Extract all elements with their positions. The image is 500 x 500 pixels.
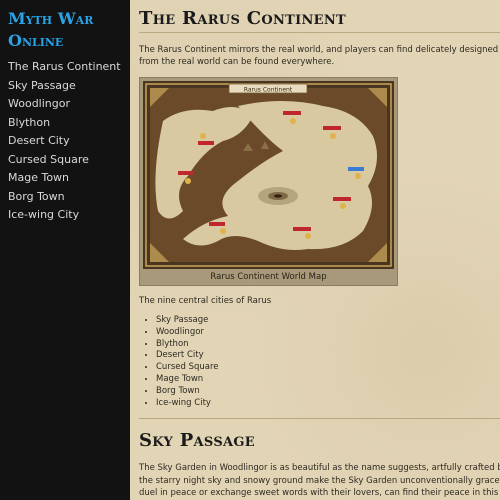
list-item-desert-city: Desert City: [156, 350, 219, 362]
map-caption: Rarus Continent World Map: [210, 272, 327, 282]
sky-line3: duel in peace or exchange sweet words wi…: [139, 488, 500, 498]
nav-ice-wing-city[interactable]: Ice-wing City: [8, 206, 130, 225]
site-title-line1: Myth War: [8, 9, 94, 28]
world-map-figure: Rarus Continent Rarus Continent World Ma…: [139, 77, 398, 286]
intro-line2: from the real world can be found everywh…: [139, 57, 335, 67]
main-content: The Rarus Continent The Rarus Continent …: [130, 0, 500, 500]
city-list: Sky Passage Woodlingor Blython Desert Ci…: [139, 315, 219, 409]
site-title[interactable]: Myth War Online: [8, 8, 130, 52]
section-title-sky-passage: Sky Passage: [139, 430, 256, 451]
site-title-line2: Online: [8, 31, 64, 50]
world-map-image[interactable]: Rarus Continent: [143, 81, 394, 269]
list-item-ice-wing-city: Ice-wing City: [156, 398, 219, 410]
intro-paragraph: The Rarus Continent mirrors the real wor…: [139, 44, 500, 68]
sky-line1: The Sky Garden in Woodlingor is as beaut…: [139, 463, 500, 473]
page-title: The Rarus Continent: [139, 8, 347, 29]
intro-line1: The Rarus Continent mirrors the real wor…: [139, 45, 500, 55]
list-item-woodlingor: Woodlingor: [156, 327, 219, 339]
nav-cursed-square[interactable]: Cursed Square: [8, 151, 130, 170]
nav-borg-town[interactable]: Borg Town: [8, 188, 130, 207]
list-item-borg-town: Borg Town: [156, 386, 219, 398]
sky-line2: the starry night sky and snowy ground ma…: [139, 475, 500, 486]
sidebar-nav: The Rarus Continent Sky Passage Woodling…: [8, 58, 130, 225]
list-item-blython: Blython: [156, 339, 219, 351]
nav-mage-town[interactable]: Mage Town: [8, 169, 130, 188]
cities-heading: The nine central cities of Rarus: [139, 296, 272, 306]
list-item-sky-passage: Sky Passage: [156, 315, 219, 327]
title-divider: [139, 32, 500, 33]
sky-passage-paragraph: The Sky Garden in Woodlingor is as beaut…: [139, 462, 500, 500]
section-divider: [139, 418, 500, 419]
nav-desert-city[interactable]: Desert City: [8, 132, 130, 151]
nav-blython[interactable]: Blython: [8, 114, 130, 133]
map-heading: Rarus Continent: [244, 87, 293, 94]
sidebar: Myth War Online The Rarus Continent Sky …: [0, 0, 130, 500]
nav-woodlingor[interactable]: Woodlingor: [8, 95, 130, 114]
list-item-mage-town: Mage Town: [156, 374, 219, 386]
list-item-cursed-square: Cursed Square: [156, 362, 219, 374]
nav-sky-passage[interactable]: Sky Passage: [8, 77, 130, 96]
nav-rarus-continent[interactable]: The Rarus Continent: [8, 58, 130, 77]
